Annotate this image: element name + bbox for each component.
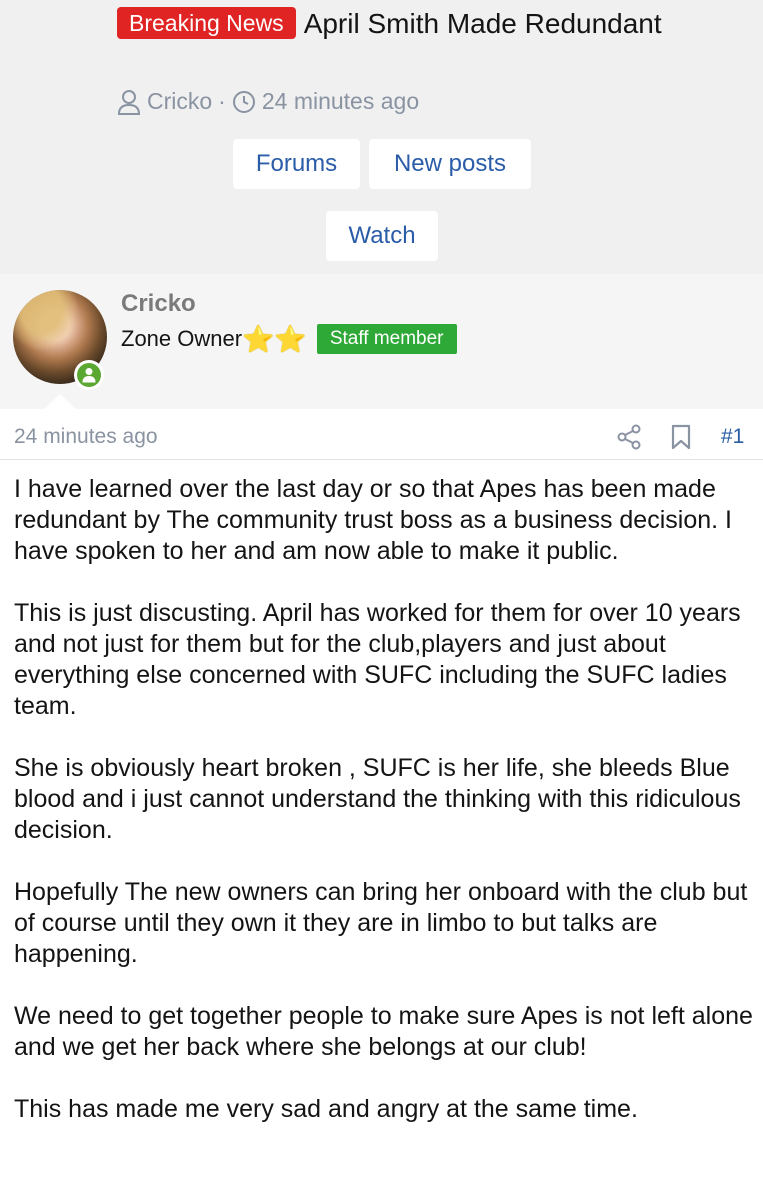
post-paragraph: This has made me very sad and angry at t… xyxy=(14,1095,638,1123)
thread-header: Breaking News April Smith Made Redundant … xyxy=(0,0,763,274)
new-posts-button[interactable]: New posts xyxy=(369,139,531,189)
bookmark-icon[interactable] xyxy=(671,424,691,455)
thread-meta: Cricko · 24 minutes ago xyxy=(117,88,419,115)
user-title: Zone Owner xyxy=(121,326,243,351)
post-user-block: Cricko Zone Owner ⭐⭐ Staff member xyxy=(0,274,763,409)
user-block-pointer xyxy=(44,394,76,409)
share-icon[interactable] xyxy=(617,424,641,455)
thread-title: Breaking News April Smith Made Redundant xyxy=(117,4,717,44)
breaking-news-prefix[interactable]: Breaking News xyxy=(117,7,296,39)
thread-title-text: April Smith Made Redundant xyxy=(303,8,662,39)
post-number-link[interactable]: #1 xyxy=(721,425,744,449)
post-paragraph: She is obviously heart broken , SUFC is … xyxy=(14,754,741,844)
user-title-row: Zone Owner ⭐⭐ Staff member xyxy=(121,324,457,354)
rank-stars-icon: ⭐⭐ xyxy=(242,324,307,354)
post-paragraph: This is just discusting. April has worke… xyxy=(14,599,741,720)
post-time-link[interactable]: 24 minutes ago xyxy=(14,425,158,449)
post-username[interactable]: Cricko xyxy=(121,290,196,318)
post-body: I have learned over the last day or so t… xyxy=(14,474,759,1156)
forums-button[interactable]: Forums xyxy=(233,139,360,189)
post-paragraph: Hopefully The new owners can bring her o… xyxy=(14,878,748,968)
online-status-icon xyxy=(74,360,104,390)
user-icon xyxy=(117,89,141,115)
meta-separator: · xyxy=(218,88,226,114)
staff-badge: Staff member xyxy=(316,324,457,354)
post-paragraph: I have learned over the last day or so t… xyxy=(14,475,732,565)
thread-time-link[interactable]: 24 minutes ago xyxy=(262,88,419,115)
watch-button[interactable]: Watch xyxy=(326,211,438,261)
post-paragraph: We need to get together people to make s… xyxy=(14,1002,753,1061)
clock-icon xyxy=(232,90,256,114)
post-meta-bar: 24 minutes ago xyxy=(0,409,763,460)
thread-author-link[interactable]: Cricko xyxy=(147,88,212,115)
